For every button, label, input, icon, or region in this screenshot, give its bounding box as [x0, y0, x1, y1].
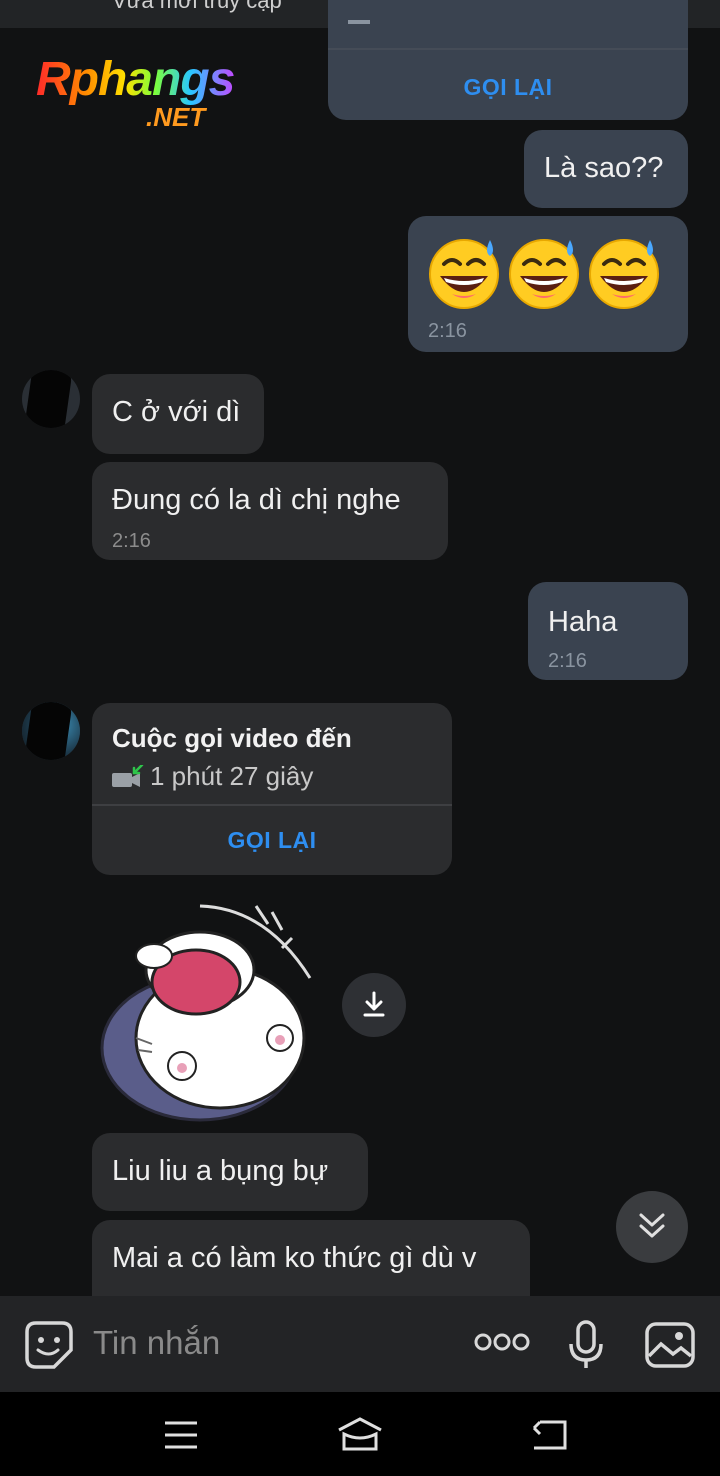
call-duration: 1 phút 27 giây [150, 761, 314, 791]
system-nav-bar [0, 1392, 720, 1476]
message-input[interactable]: Tin nhắn [93, 1324, 220, 1362]
avatar-redaction [22, 370, 74, 428]
message-bubble-outgoing: Haha 2:16 [528, 582, 688, 680]
message-time: 2:16 [428, 320, 467, 342]
message-text: Haha [548, 606, 618, 638]
message-bubble-incoming: C ở với dì [92, 374, 264, 454]
emoji-group [424, 234, 672, 314]
call-card-divider [328, 48, 688, 50]
call-detail-remnant [348, 20, 370, 24]
message-call-card-incoming: Cuộc gọi video đến 1 phút 27 giây GỌI LẠ… [92, 703, 452, 875]
home-icon[interactable] [336, 1416, 384, 1457]
incoming-video-call-icon [112, 763, 146, 789]
back-icon[interactable] [530, 1418, 568, 1457]
contact-avatar[interactable] [22, 702, 80, 760]
call-back-button[interactable]: GỌI LẠI [328, 74, 688, 101]
menu-icon[interactable] [163, 1420, 199, 1455]
message-bubble-outgoing: Là sao?? [524, 130, 688, 208]
call-back-button[interactable]: GỌI LẠI [92, 827, 452, 854]
message-time: 2:16 [548, 650, 587, 672]
watermark-brand: Rphangs [36, 53, 235, 106]
sticker-image[interactable] [96, 898, 326, 1126]
message-bubble-outgoing: 😅😅😅 2:16 [408, 216, 688, 352]
message-bubble-incoming: Đung có la dì chị nghe 2:16 [92, 462, 448, 560]
watermark-logo: Rphangs .NET [36, 52, 266, 136]
watermark-tld: .NET [146, 102, 206, 132]
last-seen-status: Vừa mới truy cập [112, 0, 282, 13]
message-text: Đung có la dì chị nghe [112, 484, 401, 516]
image-icon[interactable] [645, 1322, 695, 1373]
message-bubble-incoming: Liu liu a bụng bự [92, 1133, 368, 1211]
message-text: Mai a có làm ko thức gì dù v [112, 1242, 477, 1274]
message-time: 2:16 [112, 530, 151, 552]
sticker-icon[interactable] [24, 1320, 74, 1375]
scroll-down-button[interactable] [616, 1191, 688, 1263]
download-sticker-button[interactable] [342, 973, 406, 1037]
message-text: Liu liu a bụng bự [112, 1155, 329, 1187]
scroll-down-icon [638, 1211, 666, 1246]
call-title: Cuộc gọi video đến [112, 723, 352, 753]
download-icon [362, 991, 386, 1024]
more-icon[interactable] [474, 1332, 530, 1357]
contact-avatar[interactable] [22, 370, 80, 428]
mic-icon[interactable] [568, 1320, 604, 1375]
message-composer: Tin nhắn [0, 1296, 720, 1392]
call-card-divider [92, 804, 452, 806]
message-text: C ở với dì [112, 396, 241, 428]
message-call-card-outgoing: GỌI LẠI [328, 0, 688, 120]
grinning-sweat-emoji-icon [429, 238, 660, 310]
message-text: Là sao?? [544, 152, 664, 184]
